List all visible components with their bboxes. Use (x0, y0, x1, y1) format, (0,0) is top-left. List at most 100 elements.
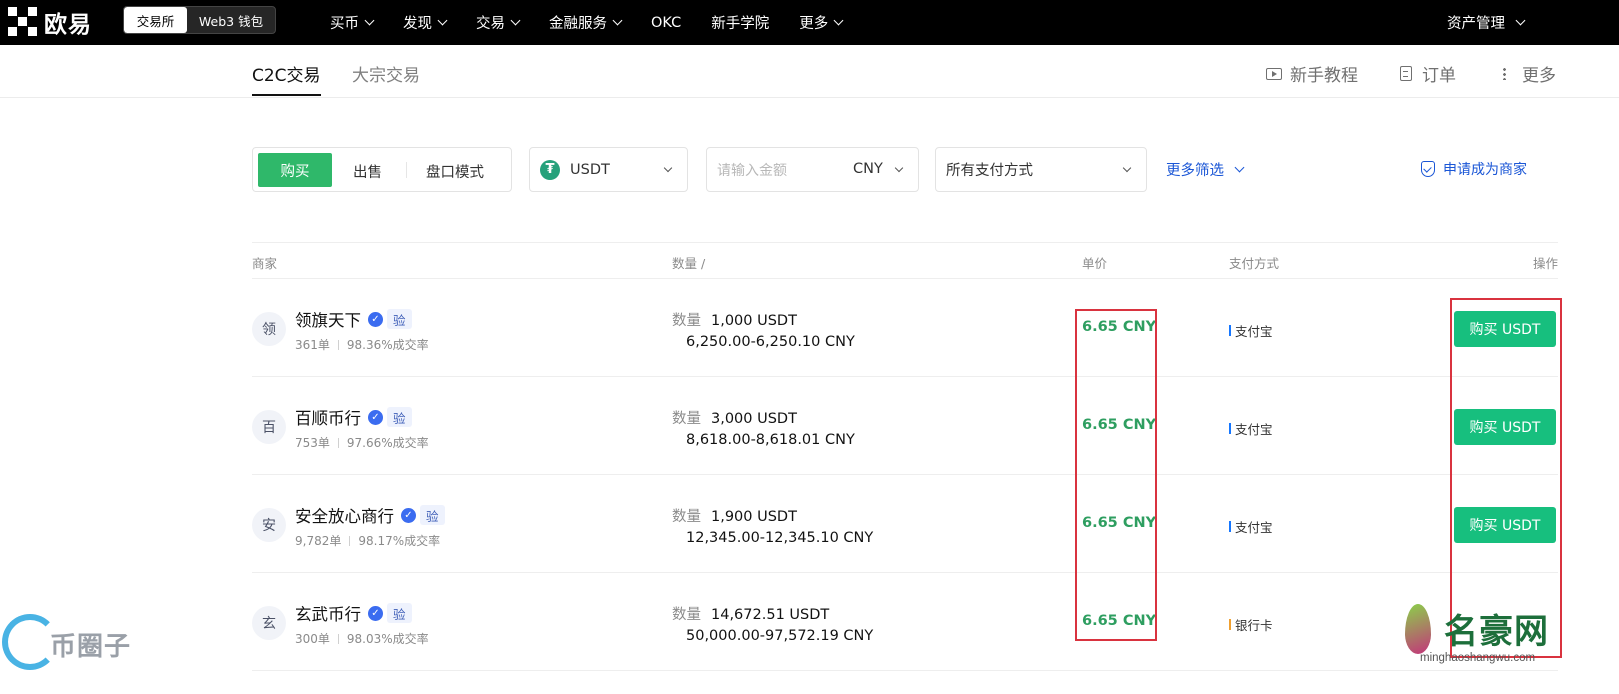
nav-buy-crypto[interactable]: 买币 (330, 12, 375, 33)
tab-c2c-trade[interactable]: C2C交易 (252, 61, 321, 96)
payment-method-label: 支付宝 (1235, 520, 1273, 535)
completion-rate: 98.03%成交率 (346, 632, 429, 646)
quantity-value: 14,672.51 USDT (711, 607, 830, 623)
unit-price: 6.65 CNY (1082, 417, 1157, 433)
merchant-name-text: 百顺币行 (295, 409, 361, 428)
more-label: 更多 (1522, 66, 1556, 86)
chevron-down-icon (364, 15, 375, 25)
watermark-leaf-icon (1405, 604, 1431, 654)
unit-price: 6.65 CNY (1082, 319, 1157, 335)
nav-academy[interactable]: 新手学院 (711, 12, 769, 33)
divider (337, 633, 339, 644)
buy-usdt-button[interactable]: 购买 USDT (1454, 311, 1556, 347)
available-quantity: 数量 1,000 USDT (672, 309, 797, 330)
amount-input-group: 请输入金额 CNY (706, 147, 919, 192)
quantity-label: 数量 (672, 509, 701, 525)
payment-method: 支付宝 (1229, 517, 1273, 536)
verified-badge-icon: ✓ (401, 507, 416, 523)
verify-tag: 验 (387, 603, 412, 623)
mode-buy-button[interactable]: 购买 (258, 153, 332, 187)
chevron-down-icon (612, 15, 623, 25)
payment-method: 银行卡 (1229, 615, 1273, 634)
merchant-stats: 9,782单 98.17%成交率 (295, 532, 440, 549)
main-nav: 买币 发现 交易 金融服务 OKC 新手学院 更多 (330, 0, 872, 45)
more-filters-label: 更多筛选 (1166, 163, 1224, 179)
currency-select[interactable]: CNY (853, 161, 883, 177)
orders-link[interactable]: 订单 (1400, 61, 1456, 86)
quantity-value: 3,000 USDT (711, 411, 797, 427)
quantity-value: 1,000 USDT (711, 313, 797, 329)
brand-logo[interactable]: 欧易 (8, 7, 92, 38)
completion-rate: 98.36%成交率 (346, 338, 429, 352)
table-row: 玄 玄武币行 ✓ 验 300单 98.03%成交率 数量 14,672.51 USD… (252, 573, 1558, 671)
nav-discover[interactable]: 发现 (403, 12, 448, 33)
mode-orderbook-button[interactable]: 盘口模式 (426, 161, 484, 182)
quantity-label: 数量 (672, 411, 701, 427)
nav-okc[interactable]: OKC (651, 15, 681, 31)
okx-logo-icon (8, 7, 38, 37)
c2c-subnav: C2C交易 大宗交易 新手教程 订单 更多 (0, 45, 1619, 98)
chevron-down-icon (1234, 162, 1245, 172)
segment-exchange[interactable]: 交易所 (124, 7, 187, 33)
tab-block-trade[interactable]: 大宗交易 (352, 61, 420, 86)
buy-usdt-button[interactable]: 购买 USDT (1454, 507, 1556, 543)
order-limit: 50,000.00-97,572.19 CNY (686, 628, 874, 644)
amount-input[interactable]: 请输入金额 (717, 160, 787, 180)
unit-price: 6.65 CNY (1082, 613, 1157, 629)
watermark-text: 币圈子 (50, 632, 132, 662)
verify-tag: 验 (420, 505, 445, 525)
merchant-name-text: 安全放心商行 (295, 507, 394, 526)
buy-usdt-button[interactable]: 购买 USDT (1454, 409, 1556, 445)
chevron-down-icon (437, 15, 448, 25)
quantity-label: 数量 (672, 313, 701, 329)
merchant-name[interactable]: 安全放心商行 ✓ 验 (295, 503, 445, 527)
exchange-wallet-switch: 交易所 Web3 钱包 (123, 6, 276, 34)
more-filters-button[interactable]: 更多筛选 (1166, 159, 1245, 180)
beginner-tutorial-link[interactable]: 新手教程 (1266, 61, 1358, 86)
merchant-name[interactable]: 玄武币行 ✓ 验 (295, 601, 412, 625)
divider (406, 162, 407, 178)
more-link[interactable]: 更多 (1503, 61, 1556, 86)
apply-merchant-link[interactable]: 申请成为商家 (1421, 159, 1527, 179)
avatar: 领 (252, 312, 286, 346)
column-header-merchant: 商家 (252, 256, 278, 271)
divider (337, 339, 339, 350)
chevron-down-icon (1122, 163, 1132, 173)
column-header-action: 操作 (1532, 256, 1558, 271)
mode-sell-button[interactable]: 出售 (353, 161, 382, 182)
orders-label: 订单 (1422, 66, 1456, 86)
document-icon (1400, 66, 1412, 81)
shield-check-icon (1421, 161, 1435, 177)
asset-management-menu[interactable]: 资产管理 (1447, 0, 1526, 45)
merchant-name-text: 玄武币行 (295, 605, 361, 624)
nav-label: 交易 (476, 16, 505, 32)
order-count: 753单 (295, 436, 330, 450)
payment-method-select[interactable]: 所有支付方式 (935, 147, 1147, 192)
chevron-down-icon (510, 15, 521, 25)
payment-method-value: 所有支付方式 (946, 163, 1033, 179)
nav-label: 更多 (799, 16, 829, 32)
merchant-stats: 753单 97.66%成交率 (295, 434, 429, 451)
nav-label: 买币 (330, 16, 359, 32)
column-header-price: 单价 (1082, 256, 1108, 271)
coin-select[interactable]: ₮ USDT (529, 147, 688, 192)
nav-trade[interactable]: 交易 (476, 12, 521, 33)
payment-method-label: 支付宝 (1235, 422, 1273, 437)
merchant-name[interactable]: 百顺币行 ✓ 验 (295, 405, 412, 429)
avatar: 百 (252, 410, 286, 444)
column-header-payment: 支付方式 (1229, 256, 1280, 271)
asset-management-label: 资产管理 (1447, 16, 1505, 32)
unit-price: 6.65 CNY (1082, 515, 1157, 531)
verify-tag: 验 (387, 309, 412, 329)
segment-web3-wallet[interactable]: Web3 钱包 (187, 7, 275, 33)
nav-label: OKC (651, 14, 682, 31)
payment-color-bar (1229, 521, 1231, 532)
divider (349, 535, 351, 546)
payment-color-bar (1229, 325, 1231, 336)
nav-finance[interactable]: 金融服务 (549, 12, 623, 33)
payment-color-bar (1229, 619, 1231, 630)
merchant-name-text: 领旗天下 (295, 311, 361, 330)
nav-more[interactable]: 更多 (799, 12, 844, 33)
table-row: 百 百顺币行 ✓ 验 753单 97.66%成交率 数量 3,000 USDT 8,… (252, 377, 1558, 475)
merchant-name[interactable]: 领旗天下 ✓ 验 (295, 307, 412, 331)
